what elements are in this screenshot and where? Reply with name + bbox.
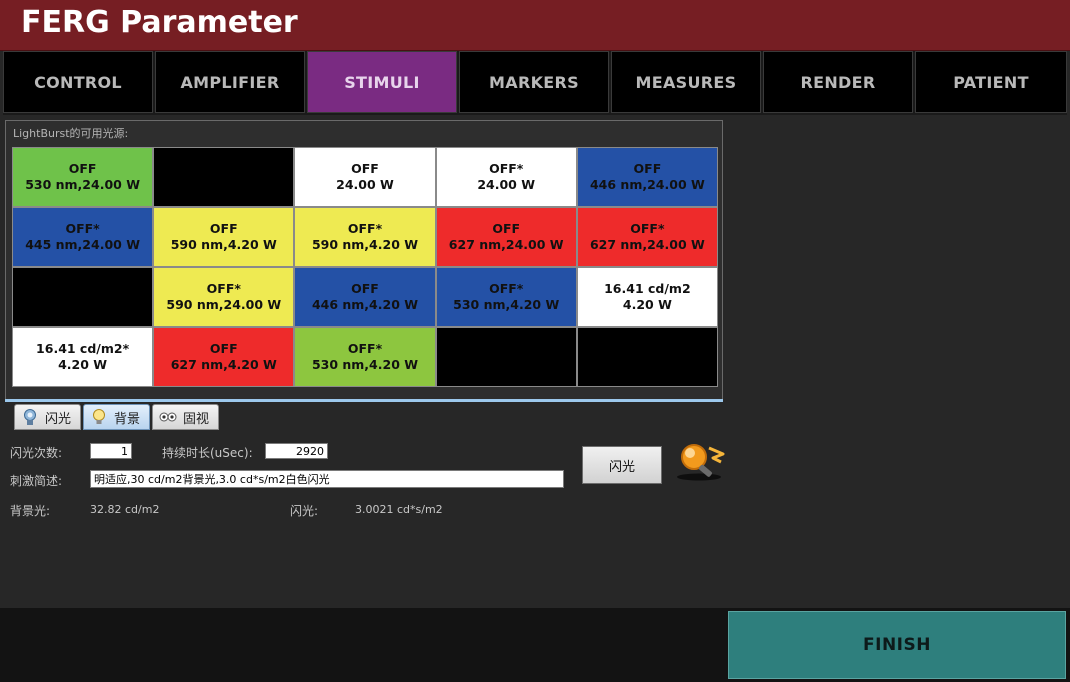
light-source-cell[interactable]: OFF 446 nm,24.00 W — [577, 148, 717, 206]
subtab-background[interactable]: 背景 — [83, 404, 151, 430]
light-source-spec: 445 nm,24.00 W — [25, 237, 140, 252]
light-source-cell[interactable]: 16.41 cd/m2 4.20 W — [577, 268, 717, 326]
light-source-spec: 590 nm,24.00 W — [166, 297, 282, 312]
subtab-fixation[interactable]: 固视 — [152, 404, 220, 430]
tab-amplifier[interactable]: AMPLIFIER — [155, 51, 305, 113]
tab-control[interactable]: CONTROL — [3, 51, 153, 113]
light-source-state: OFF* — [206, 281, 241, 296]
subtab-flash[interactable]: 闪光 — [14, 404, 82, 430]
finish-button[interactable]: FINISH — [728, 611, 1066, 679]
light-source-state: 16.41 cd/m2 — [604, 281, 691, 296]
light-source-spec: 24.00 W — [336, 177, 394, 192]
flash-lamp-icon — [24, 409, 36, 425]
light-source-state: OFF* — [489, 281, 524, 296]
light-source-state: OFF — [492, 221, 521, 236]
light-source-spec: 590 nm,4.20 W — [170, 237, 277, 252]
light-source-spec: 4.20 W — [58, 357, 108, 372]
description-input[interactable]: 明适应,30 cd/m2背景光,3.0 cd*s/m2白色闪光 — [90, 470, 564, 488]
light-source-state: OFF — [633, 161, 662, 176]
background-label: 背景光: — [10, 504, 51, 518]
light-source-cell[interactable] — [436, 328, 576, 386]
light-source-state: OFF — [351, 281, 379, 296]
subtab-background-label: 背景 — [114, 411, 141, 427]
duration-input[interactable]: 2920 — [265, 443, 328, 459]
light-source-state: OFF* — [489, 161, 524, 176]
light-source-cell[interactable]: OFF* 627 nm,24.00 W — [577, 208, 717, 266]
light-source-state: OFF* — [65, 221, 100, 236]
light-source-grid: OFF 530 nm,24.00 W OFF 24.00 W OFF* 24.00 W OF… — [12, 147, 718, 387]
light-source-state: OFF* — [347, 341, 383, 356]
subtab-flash-label: 闪光 — [45, 411, 72, 427]
panel-divider — [5, 399, 723, 402]
flash-search-icon[interactable] — [673, 438, 727, 482]
main-tabs: CONTROL AMPLIFIER STIMULI MARKERS MEASUR… — [3, 51, 1067, 115]
light-source-spec: 530 nm,4.20 W — [311, 357, 419, 372]
light-source-spec: 627 nm,24.00 W — [589, 237, 705, 252]
light-source-state: OFF — [68, 161, 97, 176]
light-source-cell[interactable]: OFF* 530 nm,4.20 W — [295, 328, 435, 386]
stimulus-subtabs: 闪光 背景 固视 — [14, 404, 220, 430]
tab-stimuli[interactable]: STIMULI — [307, 51, 457, 113]
light-source-spec: 590 nm,4.20 W — [311, 237, 419, 252]
title-bar: FERG Parameter — [0, 0, 1070, 51]
light-source-state: OFF* — [630, 221, 665, 236]
tab-measures[interactable]: MEASURES — [611, 51, 761, 113]
light-source-panel: LightBurst的可用光源: OFF 530 nm,24.00 W OFF 24.… — [5, 120, 723, 401]
light-source-caption: LightBurst的可用光源: — [13, 127, 129, 140]
light-source-spec: 446 nm,4.20 W — [311, 297, 419, 312]
window-title: FERG Parameter — [21, 5, 298, 40]
light-source-state: 16.41 cd/m2* — [36, 341, 130, 356]
light-source-cell[interactable]: OFF 530 nm,24.00 W — [13, 148, 153, 206]
light-source-cell[interactable]: OFF* 445 nm,24.00 W — [13, 208, 153, 266]
flash-value: 3.0021 cd*s/m2 — [355, 503, 443, 516]
light-source-cell[interactable]: OFF 627 nm,24.00 W — [436, 208, 576, 266]
tab-markers[interactable]: MARKERS — [459, 51, 609, 113]
light-source-cell[interactable]: OFF 590 nm,4.20 W — [154, 208, 294, 266]
light-source-state: OFF — [209, 221, 238, 236]
flash-label: 闪光: — [290, 504, 319, 518]
light-source-spec: 530 nm,24.00 W — [25, 177, 140, 192]
light-source-spec: 530 nm,4.20 W — [453, 297, 560, 312]
light-source-state: OFF — [209, 341, 238, 356]
flash-button[interactable]: 闪光 — [582, 446, 662, 484]
light-source-cell[interactable]: OFF* 24.00 W — [436, 148, 576, 206]
light-source-cell[interactable]: 16.41 cd/m2* 4.20 W — [13, 328, 153, 386]
light-source-spec: 446 nm,24.00 W — [589, 177, 705, 192]
light-source-cell[interactable] — [154, 148, 294, 206]
light-source-cell[interactable]: OFF* 530 nm,4.20 W — [436, 268, 576, 326]
tab-patient[interactable]: PATIENT — [915, 51, 1067, 113]
light-source-spec: 4.20 W — [622, 297, 672, 312]
eye-icon — [159, 412, 177, 422]
light-source-state: OFF* — [347, 221, 383, 236]
light-source-spec: 627 nm,4.20 W — [170, 357, 277, 372]
light-source-state: OFF — [351, 161, 379, 176]
flash-count-label: 闪光次数: — [10, 446, 63, 460]
description-label: 刺激简述: — [10, 474, 63, 488]
subtab-fixation-label: 固视 — [183, 411, 210, 427]
light-source-cell[interactable] — [13, 268, 153, 326]
light-source-cell[interactable]: OFF* 590 nm,4.20 W — [295, 208, 435, 266]
light-source-cell[interactable]: OFF 627 nm,4.20 W — [154, 328, 294, 386]
light-source-spec: 24.00 W — [477, 177, 536, 192]
background-value: 32.82 cd/m2 — [90, 503, 160, 516]
flash-count-input[interactable]: 1 — [90, 443, 132, 459]
tab-render[interactable]: RENDER — [763, 51, 913, 113]
light-source-cell[interactable]: OFF* 590 nm,24.00 W — [154, 268, 294, 326]
light-source-cell[interactable]: OFF 446 nm,4.20 W — [295, 268, 435, 326]
light-source-cell[interactable]: OFF 24.00 W — [295, 148, 435, 206]
light-source-cell[interactable] — [577, 328, 717, 386]
light-source-spec: 627 nm,24.00 W — [448, 237, 564, 252]
duration-label: 持续时长(uSec): — [162, 446, 253, 460]
bulb-icon — [93, 409, 106, 424]
